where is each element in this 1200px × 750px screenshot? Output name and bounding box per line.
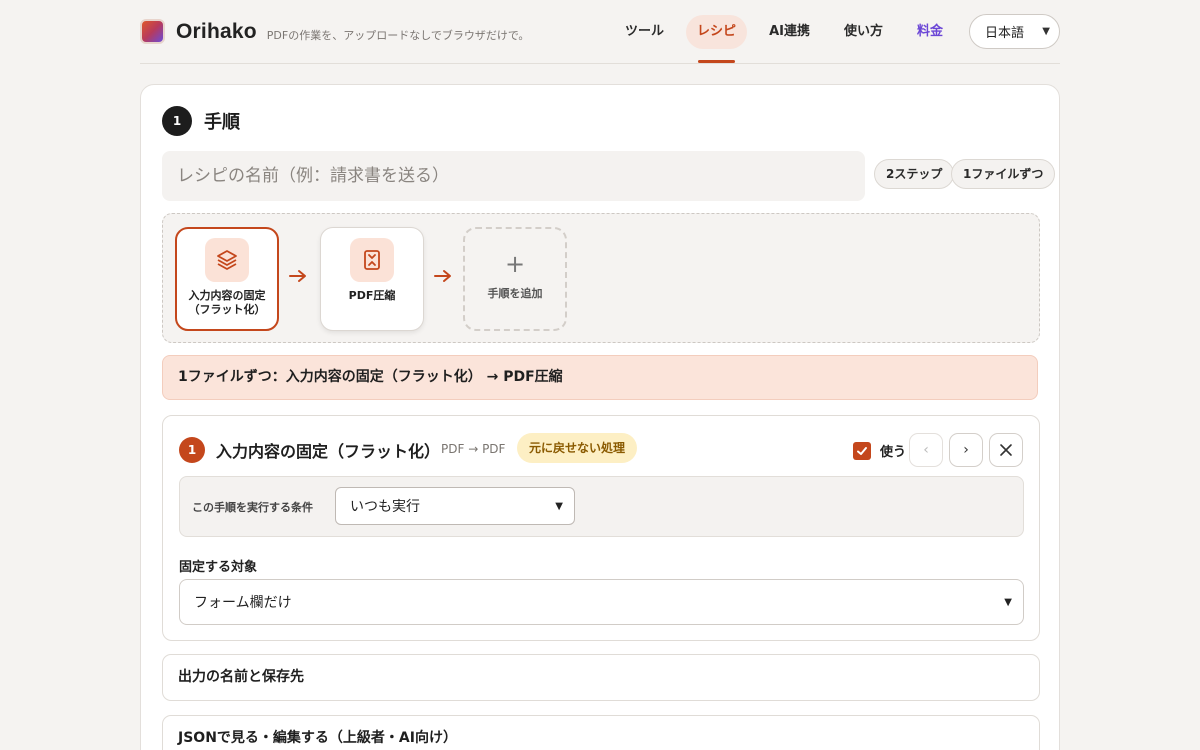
close-icon — [1000, 444, 1012, 456]
use-step-toggle[interactable]: 使う — [853, 441, 906, 460]
logo-icon — [140, 19, 165, 44]
language-value: 日本語 — [985, 26, 1025, 41]
chevron-left-icon: ‹ — [923, 442, 929, 458]
nav-ai-integration[interactable]: AI連携 — [757, 15, 822, 49]
recipe-editor-card: 1 手順 レシピの名前（例：請求書を送る） 2ステップ 1ファイルずつ 入力内容… — [140, 84, 1060, 750]
flow-step-compress[interactable]: PDF圧縮 — [320, 227, 424, 331]
arrow-right-icon — [434, 270, 451, 282]
step-flow: 入力内容の固定 （フラット化） PDF圧縮 + 手順を追加 — [162, 213, 1040, 343]
brand-name: Orihako — [176, 19, 257, 43]
condition-box: この手順を実行する条件 いつも実行 ▼ — [179, 476, 1024, 537]
plus-icon: + — [504, 250, 526, 278]
flow-step-sublabel: （フラット化） — [188, 303, 266, 316]
brand[interactable]: Orihako PDFの作業を、アップロードなしでブラウザだけで。 — [140, 19, 529, 44]
top-header: Orihako PDFの作業を、アップロードなしでブラウザだけで。 ツール レシ… — [140, 0, 1060, 64]
use-label: 使う — [880, 445, 907, 460]
target-select[interactable]: フォーム欄だけ ▼ — [179, 579, 1024, 625]
arrow-right-icon — [289, 270, 306, 282]
step-title: 入力内容の固定（フラット化） — [216, 442, 441, 461]
use-checkbox[interactable] — [853, 441, 871, 460]
section-title: 手順 — [204, 112, 240, 133]
nav-pricing[interactable]: 料金 — [905, 15, 955, 49]
target-label: 固定する対象 — [179, 560, 258, 575]
flow-step-flatten[interactable]: 入力内容の固定 （フラット化） — [175, 227, 279, 331]
chevron-right-icon: › — [963, 442, 969, 458]
main-nav: ツール レシピ AI連携 使い方 料金 日本語 ▼ — [603, 14, 1060, 63]
output-settings-accordion[interactable]: 出力の名前と保存先 — [162, 654, 1040, 701]
language-select[interactable]: 日本語 ▼ — [969, 14, 1060, 49]
batch-mode-chip: 1ファイルずつ — [951, 159, 1056, 189]
recipe-name-input[interactable]: レシピの名前（例：請求書を送る） — [162, 151, 865, 201]
condition-select[interactable]: いつも実行 ▼ — [335, 487, 575, 525]
nav-how-to-use[interactable]: 使い方 — [832, 15, 895, 49]
condition-label: この手順を実行する条件 — [192, 501, 313, 514]
section-header: 1 手順 — [162, 106, 240, 136]
nav-tools[interactable]: ツール — [613, 15, 676, 49]
add-step-label: 手順を追加 — [487, 287, 543, 300]
step-number-badge: 1 — [179, 437, 205, 463]
condition-value: いつも実行 — [350, 499, 420, 515]
flow-step-label: 入力内容の固定 — [188, 289, 266, 302]
chevron-down-icon: ▼ — [1042, 26, 1050, 37]
recipe-summary: 1ファイルずつ：入力内容の固定（フラット化） → PDF圧縮 — [162, 355, 1038, 400]
add-step-button[interactable]: + 手順を追加 — [463, 227, 567, 331]
move-step-prev-button[interactable]: ‹ — [909, 433, 943, 467]
step-count-chip: 2ステップ — [874, 159, 955, 189]
move-step-next-button[interactable]: › — [949, 433, 983, 467]
remove-step-button[interactable] — [989, 433, 1023, 467]
compress-file-icon — [350, 238, 394, 282]
step-detail-panel: 1 入力内容の固定（フラット化） PDF → PDF 元に戻せない処理 使う ‹… — [162, 415, 1040, 641]
layers-icon — [205, 238, 249, 282]
step-io-format: PDF → PDF — [441, 442, 506, 456]
json-editor-accordion[interactable]: JSONで見る・編集する（上級者・AI向け） — [162, 715, 1040, 750]
checkmark-icon — [857, 446, 867, 455]
chevron-down-icon: ▼ — [1004, 596, 1012, 608]
nav-recipes[interactable]: レシピ — [686, 14, 748, 63]
chevron-down-icon: ▼ — [555, 500, 563, 512]
target-value: フォーム欄だけ — [194, 595, 292, 611]
flow-step-label: PDF圧縮 — [348, 289, 396, 302]
tagline: PDFの作業を、アップロードなしでブラウザだけで。 — [266, 28, 530, 42]
section-number-badge: 1 — [162, 106, 192, 136]
irreversible-warning-badge: 元に戻せない処理 — [517, 433, 638, 463]
